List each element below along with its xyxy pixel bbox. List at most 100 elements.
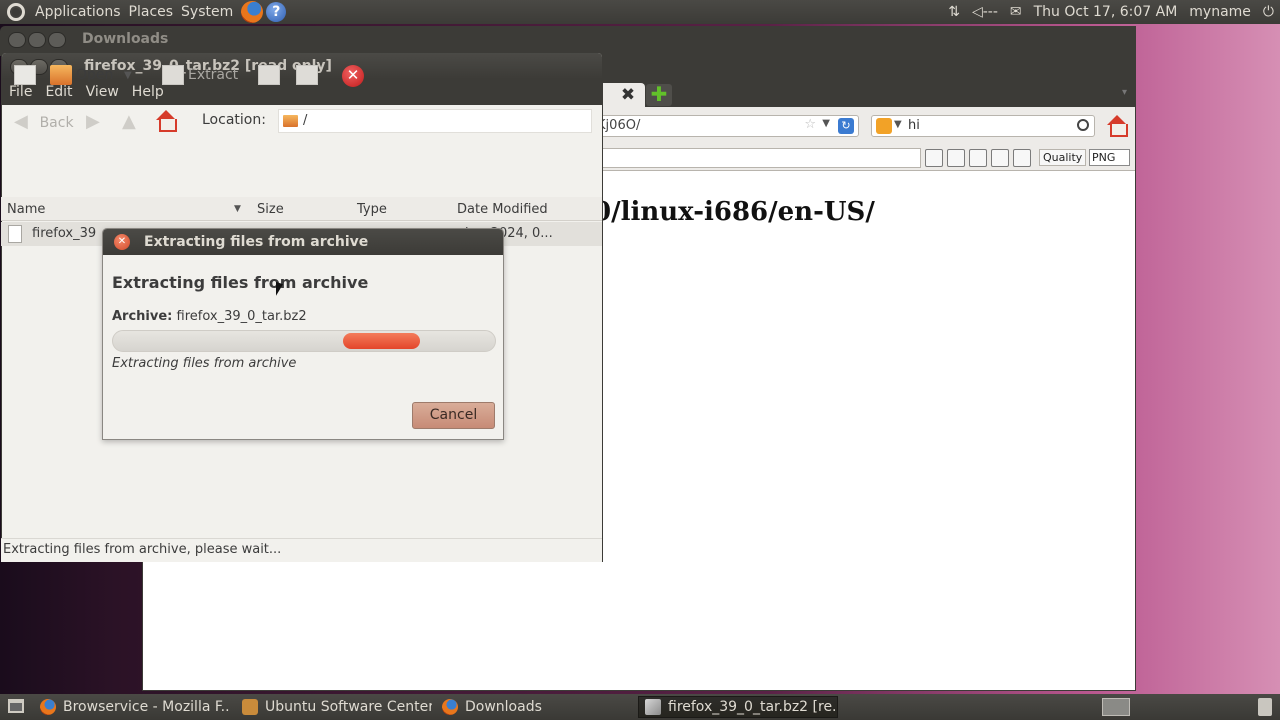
folder-icon [283,115,298,127]
folder-open-icon [50,65,72,85]
progress-bar-pulse [343,333,421,349]
bookmark-icon[interactable] [947,149,965,167]
column-type[interactable]: Type [357,202,387,217]
search-text: hi [908,118,920,133]
extract-button[interactable]: Extract [162,63,238,87]
applications-menu[interactable]: Applications [31,4,125,20]
search-bar[interactable]: ▼ hi [871,115,1095,137]
bookmark-star-icon[interactable]: ☆ [804,117,816,132]
firefox-icon [442,699,458,715]
minimize-icon[interactable] [28,32,46,48]
extract-icon [162,65,184,85]
taskbar-label: Ubuntu Software Center [265,699,432,715]
new-archive-button[interactable] [14,63,36,87]
column-size[interactable]: Size [257,202,284,217]
file-list-header: Name ▼ Size Type Date Modified [1,197,602,221]
column-date[interactable]: Date Modified [457,202,548,217]
tab-close-icon[interactable]: ✖ [617,85,639,105]
open-dropdown-icon[interactable]: ▼ [124,63,132,87]
clock[interactable]: Thu Oct 17, 6:07 AM [1034,4,1178,20]
addon-toolbar-icons [925,149,1031,167]
progress-bar [112,330,496,352]
search-engine-icon[interactable] [876,118,892,134]
screenshot-icon[interactable] [969,149,987,167]
trash-icon[interactable] [1258,698,1272,716]
taskbar-label: Downloads [465,699,542,715]
power-icon[interactable]: ⏻ [1263,4,1274,20]
cancel-button[interactable]: Cancel [412,402,495,429]
format-select[interactable]: PNG [1089,149,1131,166]
back-button[interactable]: ◀ Back [14,111,74,132]
clipboard-icon[interactable] [1013,149,1031,167]
reload-icon[interactable]: ↻ [838,118,854,134]
status-bar: Extracting files from archive, please wa… [1,538,602,562]
new-tab-icon[interactable]: ✚ [646,84,672,106]
browser-home-icon[interactable] [1105,115,1129,137]
user-menu[interactable]: myname [1189,4,1251,20]
sort-descending-icon[interactable]: ▼ [234,204,241,214]
extract-label: Extract [188,67,239,83]
bottom-panel: Browservice - Mozilla F... Ubuntu Softwa… [0,694,1280,720]
window-title: Downloads [82,31,169,47]
top-panel: Applications Places System ? ⇅ ◁--- ✉ Th… [0,0,1280,24]
add-folder-icon [296,65,318,85]
show-desktop-icon[interactable] [8,699,24,713]
workspace-switcher[interactable] [1102,698,1130,716]
network-icon[interactable]: ⇅ [948,4,960,20]
search-engine-dropdown-icon[interactable]: ▼ [894,119,902,130]
archive-name: firefox_39_0_tar.bz2 [176,309,307,324]
taskbar-label: Browservice - Mozilla F... [63,699,230,715]
page-heading: 0/linux-i686/en-US/ [593,197,875,227]
dialog-status: Extracting files from archive [112,356,297,371]
firefox-icon [40,699,56,715]
taskbar-label: firefox_39_0_tar.bz2 [re... [668,699,838,715]
dialog-title: Extracting files from archive [144,234,369,250]
firefox-launcher-icon[interactable] [241,1,264,23]
maximize-icon[interactable] [48,32,66,48]
stop-icon[interactable]: ✕ [342,65,364,87]
search-icon[interactable] [1077,119,1089,131]
back-arrow-icon: ◀ [14,111,28,132]
close-icon[interactable] [8,32,26,48]
file-name: firefox_39 [32,226,97,241]
archive-manager-icon [645,699,661,715]
addon-input[interactable] [599,148,921,168]
open-button[interactable]: Open [50,63,113,87]
places-menu[interactable]: Places [125,4,178,20]
quality-button[interactable]: Quality [1039,149,1087,166]
location-field[interactable]: / [278,109,592,133]
system-menu[interactable]: System [177,4,237,20]
add-folder-button[interactable] [296,63,318,87]
location-value: / [303,113,308,128]
binoculars-icon[interactable] [991,149,1009,167]
window-buttons [8,32,66,48]
add-files-button[interactable] [258,63,280,87]
forward-arrow-icon[interactable] [925,149,943,167]
add-files-icon [258,65,280,85]
taskbar-item-software-center[interactable]: Ubuntu Software Center [236,696,432,718]
new-archive-icon [14,65,36,85]
archive-label: Archive: [112,309,173,324]
up-arrow-icon[interactable]: ▲ [122,111,136,132]
mouse-cursor [276,281,283,299]
archive-info: Archive: firefox_39_0_tar.bz2 [112,309,307,324]
location-label: Location: [202,112,266,128]
taskbar-item-archive-manager[interactable]: firefox_39_0_tar.bz2 [re... [638,696,838,718]
dialog-close-icon[interactable]: ✕ [114,234,130,250]
ubuntu-logo-icon[interactable] [7,3,25,21]
help-icon[interactable]: ? [266,2,287,22]
url-bar[interactable]: oCKj06O/ ☆ ▼ ↻ [573,115,859,137]
mail-icon[interactable]: ✉ [1010,4,1022,20]
forward-arrow-icon[interactable]: ▶ [86,111,100,132]
open-label: Open [76,67,114,83]
volume-icon[interactable]: ◁--- [972,4,998,20]
system-tray: ⇅ ◁--- ✉ Thu Oct 17, 6:07 AM myname ⏻ [942,0,1280,24]
dialog-heading: Extracting files from archive [112,273,369,292]
url-history-dropdown-icon[interactable]: ▼ [822,118,830,129]
tab-list-icon[interactable]: ▾ [1122,87,1127,98]
back-label: Back [39,115,74,131]
taskbar-item-browservice[interactable]: Browservice - Mozilla F... [34,696,230,718]
column-name[interactable]: Name [7,202,45,217]
home-icon[interactable] [154,110,178,132]
taskbar-item-downloads[interactable]: Downloads [436,696,632,718]
